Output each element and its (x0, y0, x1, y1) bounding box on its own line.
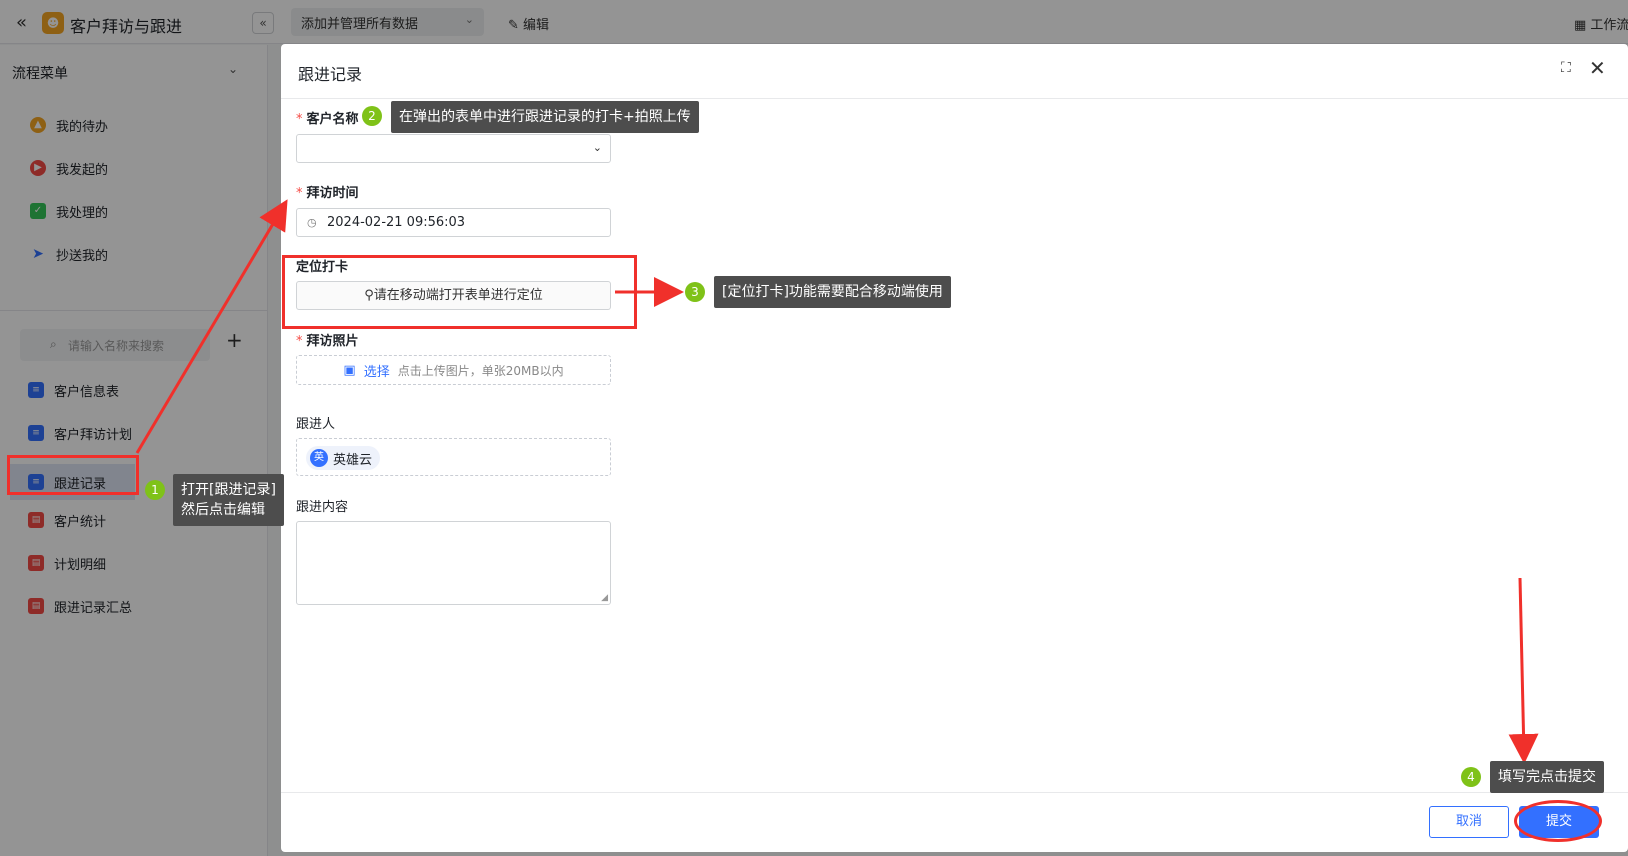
highlight-submit (1514, 800, 1602, 842)
member-name: 英雄云 (333, 452, 373, 468)
clock-icon: ◷ (307, 216, 317, 229)
image-icon: ▣ (343, 362, 356, 378)
visit-time-label: * 拜访时间 (296, 186, 359, 201)
follower-label: 跟进人 (296, 417, 336, 432)
customer-name-select[interactable]: ⌄ (296, 134, 611, 163)
step-4-tooltip: 填写完点击提交 (1490, 761, 1604, 793)
step-1-line-2: 然后点击编辑 (181, 502, 265, 518)
visit-photo-label: * 拜访照片 (296, 334, 359, 349)
visit-time-input[interactable]: ◷ 2024-02-21 09:56:03 (296, 208, 611, 237)
photo-pick-link[interactable]: 选择 (364, 361, 390, 380)
highlight-location-checkin (282, 255, 637, 329)
member-chip[interactable]: 英 英雄云 (306, 446, 381, 470)
follower-field[interactable]: 英 英雄云 (296, 438, 611, 476)
step-2-tooltip: 在弹出的表单中进行跟进记录的打卡+拍照上传 (391, 101, 699, 133)
step-4-badge: 4 (1461, 767, 1481, 787)
photo-upload-area[interactable]: ▣ 选择 点击上传图片，单张20MB以内 (296, 355, 611, 385)
chevron-down-icon: ⌄ (592, 141, 602, 154)
follow-content-textarea[interactable]: ◢ (296, 521, 611, 605)
highlight-follow-record (7, 455, 139, 495)
step-3-tooltip: [定位打卡]功能需要配合移动端使用 (714, 276, 951, 308)
customer-name-label: * 客户名称 (296, 112, 359, 127)
avatar: 英 (310, 449, 328, 467)
visit-time-value: 2024-02-21 09:56:03 (327, 215, 466, 230)
follow-content-label: 跟进内容 (296, 500, 349, 515)
close-icon[interactable]: ✕ (1589, 56, 1606, 80)
step-1-badge: 1 (145, 480, 165, 500)
step-2-badge: 2 (362, 106, 382, 126)
photo-upload-hint: 点击上传图片，单张20MB以内 (397, 363, 564, 378)
step-3-badge: 3 (685, 282, 705, 302)
step-1-tooltip: 打开[跟进记录] 然后点击编辑 (173, 474, 284, 526)
dialog-title: 跟进记录 (298, 65, 363, 84)
resize-handle-icon[interactable]: ◢ (601, 593, 608, 603)
dialog-footer: 取消 提交 (281, 792, 1628, 852)
fullscreen-icon[interactable]: ⛶ (1561, 60, 1571, 76)
follow-record-dialog: 跟进记录 ⛶ ✕ * 客户名称 ⌄ * 拜访时间 ◷ 2024-02-21 09:5… (281, 44, 1628, 852)
dialog-header: 跟进记录 ⛶ ✕ (281, 44, 1628, 99)
step-1-line-1: 打开[跟进记录] (181, 482, 276, 498)
cancel-button[interactable]: 取消 (1429, 806, 1509, 838)
